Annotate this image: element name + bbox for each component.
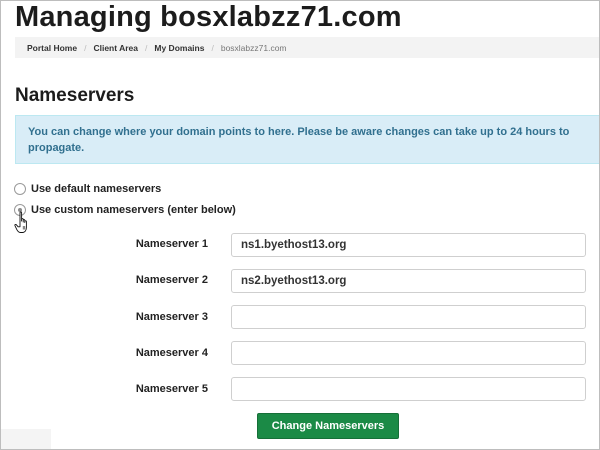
default-nameservers-option[interactable]: Use default nameservers <box>14 183 161 195</box>
nameserver-2-input[interactable] <box>231 269 586 293</box>
breadcrumb-current-domain: bosxlabzz71.com <box>220 42 287 53</box>
nameserver-1-input[interactable] <box>231 233 586 257</box>
section-title: Nameservers <box>15 85 135 106</box>
page-title: Managing bosxlabzz71.com <box>15 1 402 33</box>
breadcrumb: Portal Home / Client Area / My Domains /… <box>15 37 599 58</box>
nameserver-3-label: Nameserver 3 <box>135 311 208 323</box>
breadcrumb-separator: / <box>211 42 214 53</box>
nameserver-5-label: Nameserver 5 <box>135 383 208 395</box>
custom-nameservers-option[interactable]: Use custom nameservers (enter below) <box>14 204 236 216</box>
change-nameservers-button[interactable]: Change Nameservers <box>257 413 399 439</box>
breadcrumb-separator: / <box>145 42 148 53</box>
footer-shade <box>1 429 51 449</box>
hand-cursor-icon <box>14 211 27 233</box>
nameserver-5-input[interactable] <box>231 377 586 401</box>
custom-nameservers-label: Use custom nameservers (enter below) <box>31 204 236 216</box>
info-alert: You can change where your domain points … <box>15 115 599 164</box>
breadcrumb-client-area[interactable]: Client Area <box>93 43 138 53</box>
breadcrumb-portal-home[interactable]: Portal Home <box>27 43 77 53</box>
nameserver-1-label: Nameserver 1 <box>135 238 208 250</box>
nameserver-4-label: Nameserver 4 <box>135 347 208 359</box>
breadcrumb-separator: / <box>84 42 87 53</box>
breadcrumb-my-domains[interactable]: My Domains <box>154 43 204 53</box>
nameserver-2-label: Nameserver 2 <box>135 274 208 286</box>
page-frame: Managing bosxlabzz71.com Portal Home / C… <box>0 0 600 450</box>
default-nameservers-radio[interactable] <box>14 183 26 195</box>
default-nameservers-label: Use default nameservers <box>31 183 162 195</box>
nameserver-3-input[interactable] <box>231 305 586 329</box>
nameserver-4-input[interactable] <box>231 341 586 365</box>
